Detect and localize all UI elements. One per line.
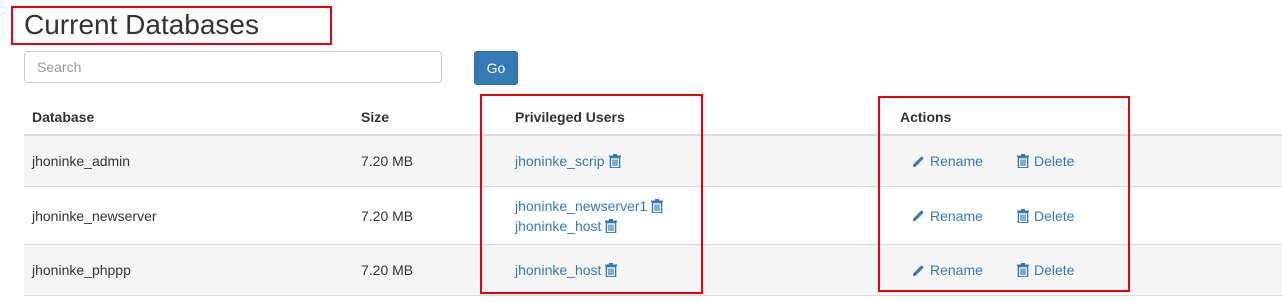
highlight-box-privileged-users: [480, 94, 703, 294]
database-size: 7.20 MB: [361, 153, 414, 169]
highlight-box-title: [11, 6, 332, 45]
column-header-database: Database: [32, 109, 95, 125]
database-size: 7.20 MB: [361, 207, 414, 224]
highlight-box-actions: [878, 96, 1130, 292]
go-button[interactable]: Go: [474, 51, 518, 85]
column-header-size: Size: [361, 109, 390, 125]
search-input[interactable]: [24, 51, 442, 83]
database-name: jhoninke_admin: [32, 153, 131, 169]
database-size: 7.20 MB: [361, 262, 414, 278]
database-name: jhoninke_newserver: [32, 207, 157, 224]
database-name: jhoninke_phppp: [32, 262, 131, 278]
